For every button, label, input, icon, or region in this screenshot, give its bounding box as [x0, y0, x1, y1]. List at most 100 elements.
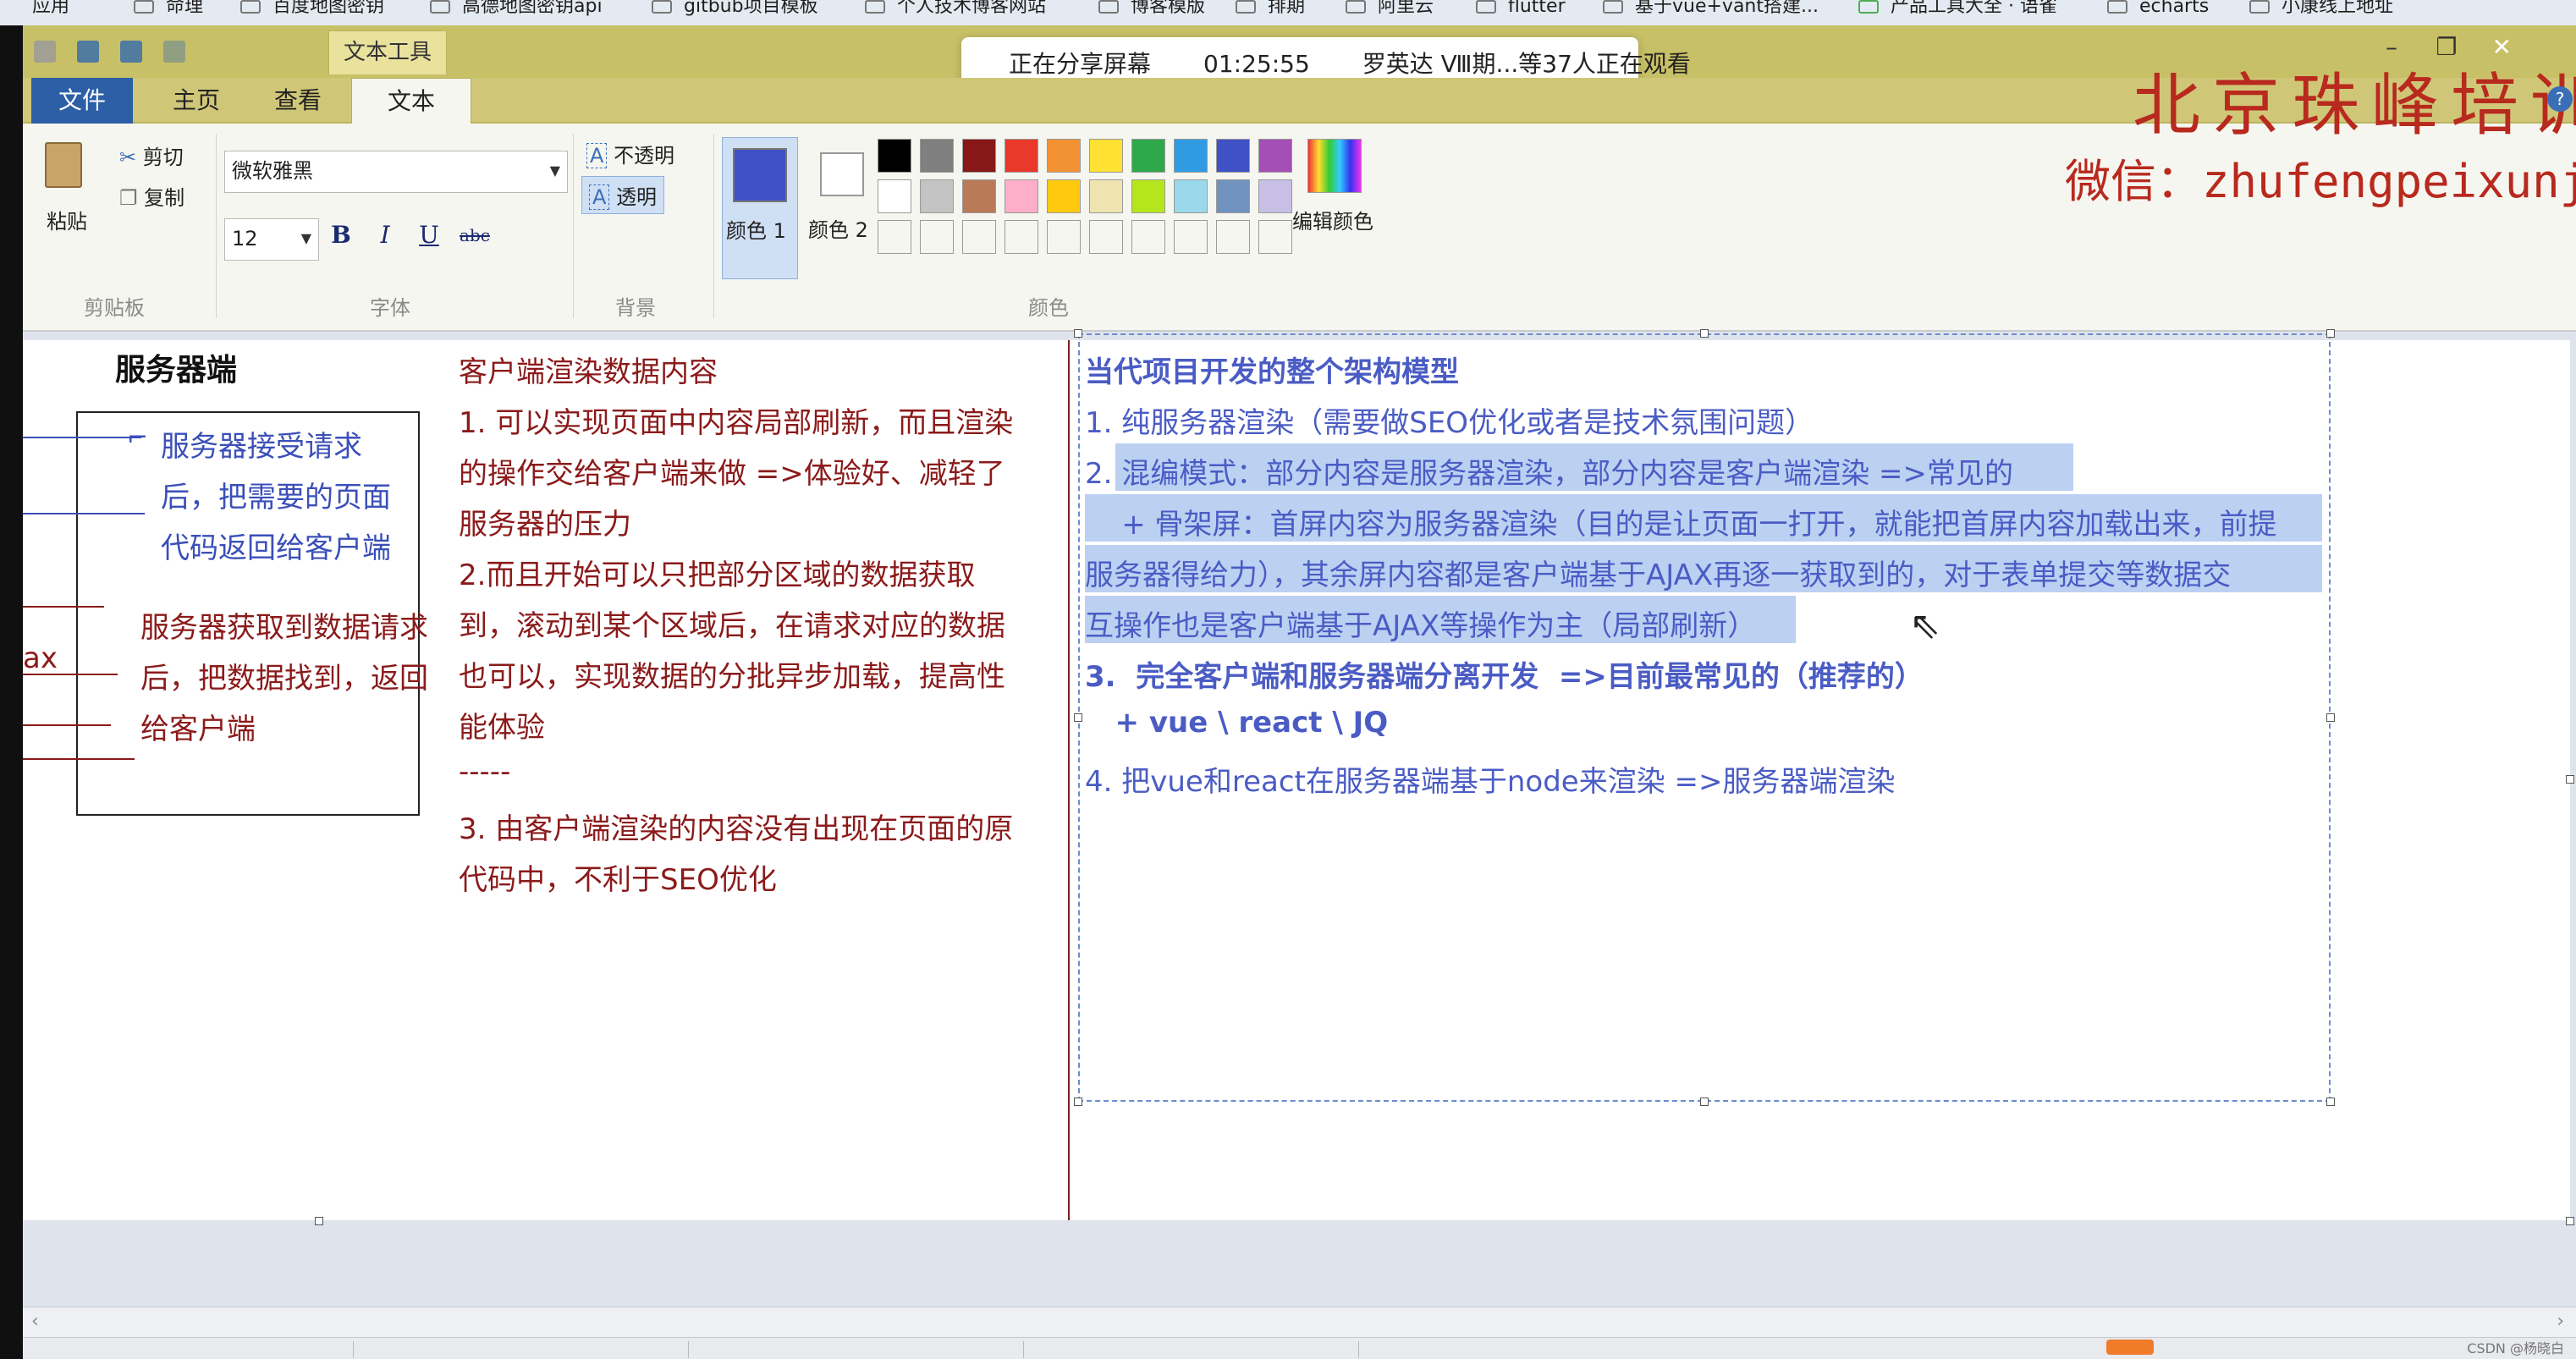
palette-swatch[interactable] [1047, 179, 1081, 213]
bookmark-item[interactable]: 博客模版 [1098, 0, 1205, 25]
textbox-handle[interactable] [2326, 1098, 2335, 1106]
italic-button[interactable]: I [368, 218, 402, 252]
save-icon[interactable] [77, 41, 100, 63]
palette-swatch[interactable] [1174, 139, 1208, 173]
bookmark-item[interactable]: 高德地图密钥api [430, 0, 603, 25]
redo-icon[interactable] [163, 41, 186, 63]
bookmark-item[interactable]: 百度地图密钥 [240, 0, 384, 25]
scroll-left-icon[interactable]: ‹ [31, 1311, 39, 1332]
palette-swatch[interactable] [920, 220, 954, 254]
color2-selector[interactable]: 颜色 2 [808, 137, 884, 279]
palette-swatch[interactable] [1005, 179, 1038, 213]
opaque-button[interactable]: A 不透明 [586, 139, 674, 168]
paste-icon[interactable] [45, 142, 82, 188]
palette-swatch[interactable] [1216, 179, 1250, 213]
palette-swatch[interactable] [1047, 220, 1081, 254]
bookmark-item[interactable]: 基于vue+vant搭建... [1603, 0, 1819, 25]
palette-swatch[interactable] [1216, 220, 1250, 254]
palette-swatch[interactable] [1089, 179, 1123, 213]
palette-swatch[interactable] [1089, 220, 1123, 254]
bookmark-item[interactable]: flutter [1476, 0, 1566, 25]
bookmark-item[interactable]: echarts [2107, 0, 2209, 25]
font-size-select[interactable]: 12 ▼ [224, 218, 319, 261]
underline-button[interactable]: U [412, 218, 446, 252]
bookmark-item[interactable]: 小康线上地址 [2249, 0, 2393, 25]
share-viewers: 罗英达 Ⅷ期...等37人正在观看 [1362, 50, 1691, 78]
right-line: 服务器得给力），其余屏内容都是客户端基于AJAX再逐一获取到的，对于表单提交等数… [1085, 558, 2232, 592]
strikethrough-button[interactable]: abc [458, 218, 492, 252]
tab-text[interactable]: 文本 [351, 78, 471, 126]
textbox-handle[interactable] [1700, 1098, 1709, 1106]
canvas-resize-handle[interactable] [2566, 775, 2574, 784]
horizontal-scrollbar[interactable]: ‹ › [23, 1307, 2576, 1337]
scroll-right-icon[interactable]: › [2557, 1311, 2564, 1332]
paste-button[interactable]: 粘贴 [47, 205, 87, 234]
arrow-line [23, 724, 111, 726]
bookmark-item[interactable]: 排期 [1236, 0, 1305, 25]
box-text-line: 后，把数据找到，返回 [140, 662, 428, 696]
bookmark-item[interactable]: 命理 [134, 0, 203, 25]
folder-icon [2107, 0, 2127, 14]
palette-swatch[interactable] [1131, 220, 1165, 254]
arrow-line [23, 513, 145, 514]
palette-swatch[interactable] [1174, 179, 1208, 213]
bookmark-item[interactable]: gitbub项目模板 [652, 0, 818, 25]
right-line: 3. 完全客户端和服务器端分离开发 =>目前最常见的（推荐的） [1085, 660, 1924, 694]
help-icon[interactable]: ? [2547, 86, 2573, 112]
palette-swatch[interactable] [962, 139, 996, 173]
transparent-button[interactable]: A 透明 [581, 176, 665, 214]
color1-selector[interactable]: 颜色 1 [722, 137, 798, 279]
textbox-handle[interactable] [2326, 329, 2335, 338]
palette-swatch[interactable] [1131, 139, 1165, 173]
palette-swatch[interactable] [962, 220, 996, 254]
canvas-resize-handle[interactable] [2566, 1217, 2574, 1225]
left-edge [0, 25, 23, 1359]
palette-swatch[interactable] [878, 179, 911, 213]
divider [216, 134, 217, 318]
palette-swatch[interactable] [1258, 139, 1292, 173]
palette-swatch[interactable] [1047, 139, 1081, 173]
undo-icon[interactable] [120, 41, 143, 63]
palette-swatch[interactable] [920, 139, 954, 173]
textbox-handle[interactable] [1700, 329, 1709, 338]
font-family-select[interactable]: 微软雅黑 ▼ [224, 151, 568, 193]
tab-home[interactable]: 主页 [150, 78, 243, 124]
tab-view[interactable]: 查看 [251, 78, 344, 124]
textbox-handle[interactable] [1074, 329, 1082, 338]
divider [688, 1341, 689, 1358]
palette-swatch[interactable] [1089, 139, 1123, 173]
folder-icon [865, 0, 885, 14]
textbox-handle[interactable] [2326, 713, 2335, 722]
bookmark-item[interactable]: 产品工具大全 · 语雀 [1858, 0, 2057, 25]
cut-button[interactable]: ✂ 剪切 [119, 140, 184, 170]
palette-swatch[interactable] [920, 179, 954, 213]
palette-swatch[interactable] [962, 179, 996, 213]
palette-swatch[interactable] [878, 139, 911, 173]
palette-swatch[interactable] [1131, 179, 1165, 213]
share-timer: 01:25:55 [1203, 50, 1310, 78]
middle-heading: 客户端渲染数据内容 [459, 355, 718, 389]
bookmark-item[interactable]: 个人技术博客网站 [865, 0, 1046, 25]
arrow-line [23, 437, 141, 438]
copy-button[interactable]: ❐ 复制 [119, 181, 184, 211]
canvas-resize-handle[interactable] [315, 1217, 323, 1225]
palette-swatch[interactable] [1216, 139, 1250, 173]
tab-file[interactable]: 文件 [31, 78, 133, 124]
edit-colors-button[interactable]: 编辑颜色 [1292, 205, 1373, 234]
bold-button[interactable]: B [324, 218, 358, 252]
palette-swatch[interactable] [1005, 139, 1038, 173]
textbox-handle[interactable] [1074, 713, 1082, 722]
palette-swatch[interactable] [1174, 220, 1208, 254]
palette-swatch[interactable] [878, 220, 911, 254]
bookmark-apps[interactable]: 应用 [32, 0, 69, 25]
paint-app-icon [34, 41, 56, 63]
folder-icon [652, 0, 672, 14]
context-tab-label: 文本工具 [328, 30, 447, 74]
textbox-handle[interactable] [1074, 1098, 1082, 1106]
bookmark-item[interactable]: 阿里云 [1346, 0, 1434, 25]
palette-swatch[interactable] [1005, 220, 1038, 254]
palette-swatch[interactable] [1258, 220, 1292, 254]
palette-swatch[interactable] [1258, 179, 1292, 213]
right-line: + vue \ react \ JQ [1085, 706, 1389, 740]
color2-label: 颜色 2 [808, 218, 868, 242]
